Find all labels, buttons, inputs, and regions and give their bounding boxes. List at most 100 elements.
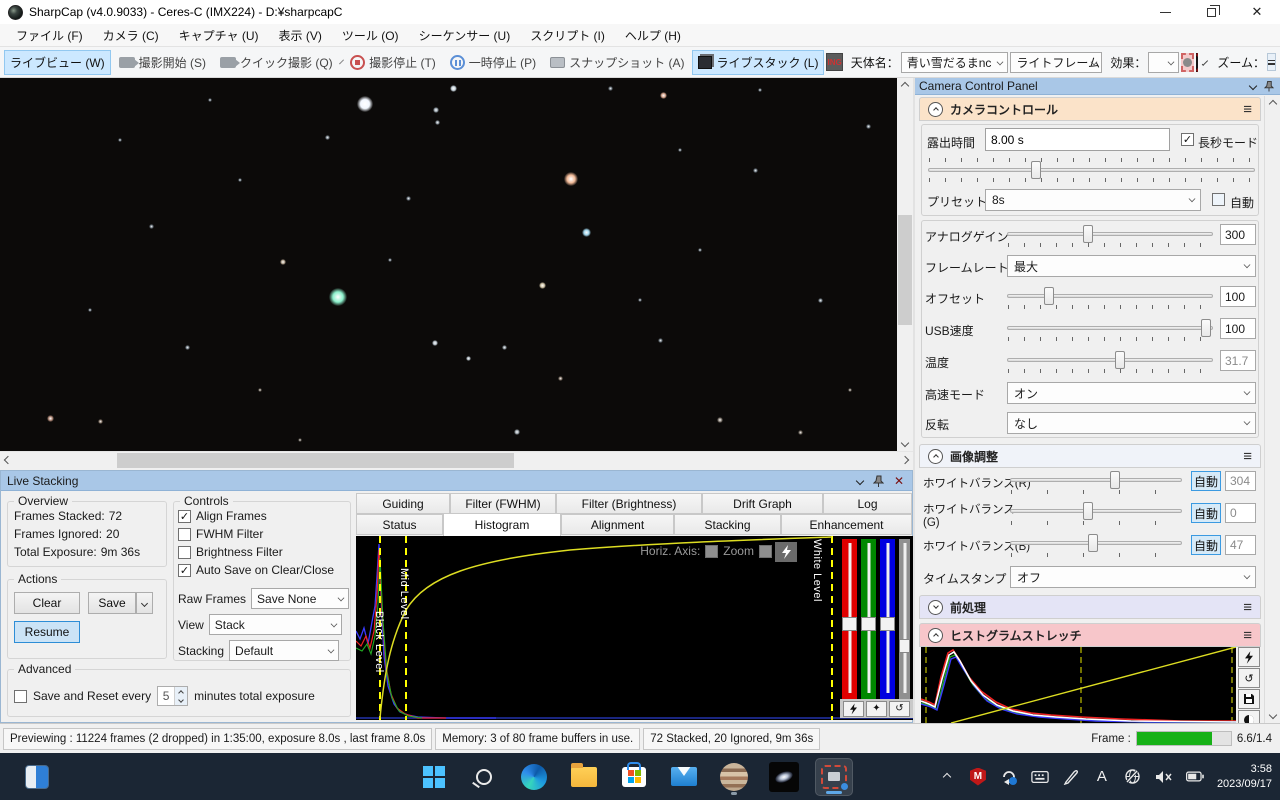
red-level-slider[interactable] (842, 539, 857, 699)
section-histogram-stretch[interactable]: ヒストグラムストレッチ ≡ (919, 623, 1261, 647)
tab-filter-brightness[interactable]: Filter (Brightness) (556, 493, 702, 514)
gray-level-slider[interactable] (899, 539, 910, 699)
tab-histogram[interactable]: Histogram (443, 513, 561, 536)
align-frames-checkbox[interactable]: ✓ (178, 510, 191, 523)
log-checkbox[interactable] (759, 545, 772, 558)
gain-value[interactable]: 300 (1220, 224, 1256, 245)
zoom-spinner[interactable] (1267, 53, 1276, 71)
timestamp-combo[interactable]: オフ (1010, 566, 1256, 588)
fast-mode-combo[interactable]: オン (1007, 382, 1256, 404)
edge-button[interactable] (515, 758, 553, 796)
panel-menu-icon[interactable] (1249, 82, 1257, 90)
keyboard-icon[interactable] (1031, 768, 1049, 786)
live-stack-button[interactable]: ライブスタック (L) (692, 50, 824, 75)
taskbar-pinned-app-icon[interactable] (18, 758, 56, 796)
restore-button[interactable] (1188, 0, 1234, 24)
planetarium-app-button[interactable] (715, 758, 753, 796)
wb-g-auto-button[interactable]: 自動 (1191, 503, 1221, 523)
section-menu-icon[interactable]: ≡ (1243, 627, 1252, 644)
image-horizontal-scrollbar[interactable] (0, 451, 913, 468)
section-camera-controls[interactable]: カメラコントロール ≡ (919, 97, 1261, 121)
sync-icon[interactable] (1000, 768, 1018, 786)
scroll-up-arrow[interactable] (897, 78, 913, 94)
menu-view[interactable]: 表示 (V) (269, 24, 332, 47)
auto-save-checkbox[interactable]: ✓ (178, 564, 191, 577)
image-viewport[interactable] (0, 78, 897, 451)
scroll-right-arrow[interactable] (897, 452, 913, 468)
raw-frames-combo[interactable]: Save None (251, 588, 349, 609)
reset-stretch-button[interactable]: ↺ (1238, 668, 1260, 688)
white-level-label[interactable]: White Level (811, 539, 823, 602)
scroll-down-arrow[interactable] (1265, 707, 1280, 723)
blue-level-slider[interactable] (880, 539, 895, 699)
long-exposure-checkbox[interactable]: ✓ (1181, 133, 1194, 146)
selection-area-button[interactable] (1181, 53, 1194, 72)
auto-stretch-button[interactable] (843, 701, 864, 717)
battery-icon[interactable] (1186, 768, 1204, 786)
tab-alignment[interactable]: Alignment (561, 514, 674, 535)
clear-button[interactable]: Clear (14, 592, 80, 614)
save-dropdown-button[interactable] (136, 592, 153, 614)
panel-menu-icon[interactable] (856, 476, 864, 484)
zoom-checkbox[interactable] (705, 545, 718, 558)
no-network-icon[interactable] (1124, 768, 1142, 786)
image-vertical-scrollbar[interactable] (897, 78, 913, 451)
minimize-button[interactable] (1142, 0, 1188, 24)
target-name-combo[interactable]: 青い雪だるまnc (901, 52, 1009, 73)
quick-capture-button[interactable]: クイック撮影 (Q) (214, 50, 339, 75)
tray-expand-icon[interactable] (938, 768, 956, 786)
wb-r-auto-button[interactable]: 自動 (1191, 471, 1221, 491)
file-explorer-button[interactable] (565, 758, 603, 796)
ime-mode-icon[interactable]: A (1093, 768, 1111, 786)
tab-log[interactable]: Log (823, 493, 912, 514)
capture-stop-button[interactable]: 撮影停止 (T) (344, 50, 442, 75)
frame-type-combo[interactable]: ライトフレーム (1010, 52, 1102, 73)
usb-slider[interactable] (1007, 326, 1213, 330)
fwhm-filter-checkbox[interactable] (178, 528, 191, 541)
tab-filter-fwhm[interactable]: Filter (FWHM) (450, 493, 556, 514)
collapse-icon[interactable] (928, 449, 943, 464)
effects-combo[interactable] (1148, 52, 1179, 73)
tab-enhancement[interactable]: Enhancement (781, 514, 912, 535)
green-level-slider[interactable] (861, 539, 876, 699)
horizontal-scroll-thumb[interactable] (117, 453, 514, 468)
auto-stretch-button[interactable] (1238, 647, 1260, 667)
mail-button[interactable] (665, 758, 703, 796)
pin-icon[interactable] (1264, 80, 1274, 92)
mid-level-label[interactable]: Mid Level (398, 568, 410, 620)
vertical-scroll-thumb[interactable] (898, 215, 912, 325)
view-combo[interactable]: Stack (209, 614, 342, 635)
brightness-filter-checkbox[interactable] (178, 546, 191, 559)
sharpcap-taskbar-button[interactable] (815, 758, 853, 796)
volume-muted-icon[interactable] (1155, 768, 1173, 786)
section-menu-icon[interactable]: ≡ (1243, 448, 1252, 465)
exposure-input[interactable] (985, 128, 1170, 151)
stacking-combo[interactable]: Default (229, 640, 339, 661)
usb-value[interactable]: 100 (1220, 318, 1256, 339)
menu-scripting[interactable]: スクリプト (I) (520, 24, 615, 47)
offset-slider[interactable] (1007, 294, 1213, 298)
framerate-combo[interactable]: 最大 (1007, 255, 1256, 277)
wb-b-auto-button[interactable]: 自動 (1191, 535, 1221, 555)
preset-combo[interactable]: 8s (985, 189, 1201, 211)
capture-start-button[interactable]: 撮影開始 (S) (113, 50, 212, 75)
gain-slider[interactable] (1007, 232, 1213, 236)
tab-status[interactable]: Status (356, 514, 443, 535)
minutes-spinner[interactable]: 5 (157, 686, 188, 706)
dark-frame-button[interactable] (1196, 53, 1198, 72)
stretch-histogram[interactable] (921, 647, 1236, 723)
flip-combo[interactable]: なし (1007, 412, 1256, 434)
snapshot-button[interactable]: スナップショット (A) (544, 50, 690, 75)
astronomy-app-button[interactable] (765, 758, 803, 796)
menu-capture[interactable]: キャプチャ (U) (169, 24, 269, 47)
tab-stacking[interactable]: Stacking (674, 514, 781, 535)
menu-camera[interactable]: カメラ (C) (93, 24, 169, 47)
save-reset-checkbox[interactable] (14, 690, 27, 703)
taskbar-clock[interactable]: 3:58 2023/09/17 (1217, 762, 1272, 792)
exposure-slider[interactable] (928, 168, 1255, 172)
scroll-up-arrow[interactable] (1265, 96, 1280, 112)
menu-sequencer[interactable]: シーケンサー (U) (409, 24, 521, 47)
star-button[interactable]: ✦ (866, 701, 887, 717)
pen-icon[interactable] (1062, 768, 1080, 786)
preset-auto-checkbox[interactable] (1212, 193, 1225, 206)
